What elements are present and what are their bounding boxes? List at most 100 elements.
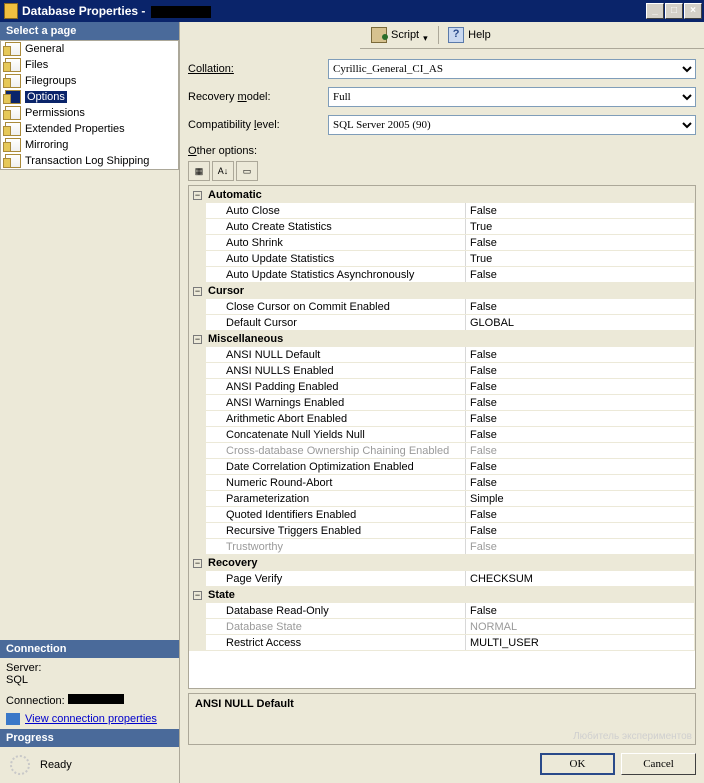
collation-label: Collation: bbox=[188, 63, 328, 75]
prop-key[interactable]: Date Correlation Optimization Enabled bbox=[206, 459, 466, 475]
prop-key[interactable]: Database State bbox=[206, 619, 466, 635]
prop-key[interactable]: Cross-database Ownership Chaining Enable… bbox=[206, 443, 466, 459]
chevron-down-icon[interactable] bbox=[423, 32, 429, 38]
prop-key[interactable]: Arithmetic Abort Enabled bbox=[206, 411, 466, 427]
property-grid[interactable]: −AutomaticAuto CloseFalseAuto Create Sta… bbox=[188, 185, 696, 689]
prop-key[interactable]: ANSI NULLS Enabled bbox=[206, 363, 466, 379]
page-icon bbox=[5, 122, 21, 136]
category-state: State bbox=[206, 587, 695, 603]
connection-block: Server: SQL Connection: View connection … bbox=[0, 658, 179, 729]
prop-value[interactable]: False bbox=[466, 523, 695, 539]
prop-key[interactable]: ANSI Warnings Enabled bbox=[206, 395, 466, 411]
prop-value[interactable]: False bbox=[466, 363, 695, 379]
sidebar-item-label: Permissions bbox=[25, 107, 85, 119]
prop-value[interactable]: False bbox=[466, 395, 695, 411]
prop-key[interactable]: Auto Create Statistics bbox=[206, 219, 466, 235]
prop-value[interactable]: Simple bbox=[466, 491, 695, 507]
prop-value[interactable]: True bbox=[466, 219, 695, 235]
content-area: Collation: Cyrillic_General_CI_AS Recove… bbox=[180, 49, 704, 783]
redacted-connection bbox=[68, 694, 124, 704]
collation-select[interactable]: Cyrillic_General_CI_AS bbox=[328, 59, 696, 79]
prop-value[interactable]: CHECKSUM bbox=[466, 571, 695, 587]
prop-value[interactable]: False bbox=[466, 235, 695, 251]
category-recovery: Recovery bbox=[206, 555, 695, 571]
categorize-button[interactable]: ▦ bbox=[188, 161, 210, 181]
collapse-icon[interactable]: − bbox=[193, 191, 202, 200]
prop-key[interactable]: Close Cursor on Commit Enabled bbox=[206, 299, 466, 315]
prop-value[interactable]: False bbox=[466, 427, 695, 443]
close-button[interactable]: × bbox=[684, 3, 702, 19]
page-list: General Files FilegroupsOptions Permissions… bbox=[0, 40, 179, 170]
prop-value[interactable]: False bbox=[466, 267, 695, 283]
sidebar-item-extended-properties[interactable]: Extended Properties bbox=[1, 121, 178, 137]
prop-key[interactable]: Auto Update Statistics Asynchronously bbox=[206, 267, 466, 283]
sidebar-item-transaction-log-shipping[interactable]: Transaction Log Shipping bbox=[1, 153, 178, 169]
prop-value: NORMAL bbox=[466, 619, 695, 635]
ok-button[interactable]: OK bbox=[540, 753, 615, 775]
sort-button[interactable]: A↓ bbox=[212, 161, 234, 181]
prop-key[interactable]: Auto Shrink bbox=[206, 235, 466, 251]
cancel-button[interactable]: Cancel bbox=[621, 753, 696, 775]
titlebar[interactable]: Database Properties - _ □ × bbox=[0, 0, 704, 22]
prop-key[interactable]: Restrict Access bbox=[206, 635, 466, 651]
sidebar-item-files[interactable]: Files bbox=[1, 57, 178, 73]
maximize-button[interactable]: □ bbox=[665, 3, 683, 19]
prop-key[interactable]: Numeric Round-Abort bbox=[206, 475, 466, 491]
sidebar-item-permissions[interactable]: Permissions bbox=[1, 105, 178, 121]
prop-value[interactable]: False bbox=[466, 603, 695, 619]
sidebar-item-filegroups[interactable]: Filegroups bbox=[1, 73, 178, 89]
prop-value[interactable]: MULTI_USER bbox=[466, 635, 695, 651]
prop-value[interactable]: False bbox=[466, 475, 695, 491]
prop-key[interactable]: Database Read-Only bbox=[206, 603, 466, 619]
prop-value[interactable]: True bbox=[466, 251, 695, 267]
progress-status: Ready bbox=[40, 759, 72, 771]
prop-key[interactable]: Default Cursor bbox=[206, 315, 466, 331]
minimize-button[interactable]: _ bbox=[646, 3, 664, 19]
prop-value: False bbox=[466, 443, 695, 459]
prop-key[interactable]: ANSI Padding Enabled bbox=[206, 379, 466, 395]
prop-value[interactable]: False bbox=[466, 347, 695, 363]
help-button[interactable]: ? Help bbox=[443, 26, 496, 44]
page-icon bbox=[5, 58, 21, 72]
script-button[interactable]: Script bbox=[366, 26, 434, 44]
sidebar-item-mirroring[interactable]: Mirroring bbox=[1, 137, 178, 153]
category-miscellaneous: Miscellaneous bbox=[206, 331, 695, 347]
collapse-icon[interactable]: − bbox=[193, 287, 202, 296]
recovery-model-select[interactable]: Full bbox=[328, 87, 696, 107]
category-cursor: Cursor bbox=[206, 283, 695, 299]
progress-spinner-icon bbox=[10, 755, 30, 775]
category-automatic: Automatic bbox=[206, 187, 695, 203]
prop-key[interactable]: Trustworthy bbox=[206, 539, 466, 555]
prop-key[interactable]: ANSI NULL Default bbox=[206, 347, 466, 363]
props-button[interactable]: ▭ bbox=[236, 161, 258, 181]
compatibility-select[interactable]: SQL Server 2005 (90) bbox=[328, 115, 696, 135]
connection-label: Connection: bbox=[6, 695, 65, 707]
prop-value[interactable]: False bbox=[466, 379, 695, 395]
prop-value[interactable]: False bbox=[466, 459, 695, 475]
prop-value[interactable]: False bbox=[466, 411, 695, 427]
view-connection-properties-link[interactable]: View connection properties bbox=[25, 713, 157, 725]
prop-key[interactable]: Quoted Identifiers Enabled bbox=[206, 507, 466, 523]
prop-key[interactable]: Concatenate Null Yields Null bbox=[206, 427, 466, 443]
prop-key[interactable]: Recursive Triggers Enabled bbox=[206, 523, 466, 539]
collapse-icon[interactable]: − bbox=[193, 559, 202, 568]
other-options-label: Other options: bbox=[188, 145, 696, 157]
prop-value: False bbox=[466, 539, 695, 555]
prop-value[interactable]: GLOBAL bbox=[466, 315, 695, 331]
prop-value[interactable]: False bbox=[466, 203, 695, 219]
collapse-icon[interactable]: − bbox=[193, 335, 202, 344]
sidebar-item-options[interactable]: Options bbox=[1, 89, 178, 105]
page-icon bbox=[5, 154, 21, 168]
page-icon bbox=[5, 138, 21, 152]
prop-value[interactable]: False bbox=[466, 299, 695, 315]
prop-key[interactable]: Auto Update Statistics bbox=[206, 251, 466, 267]
prop-value[interactable]: False bbox=[466, 507, 695, 523]
collapse-icon[interactable]: − bbox=[193, 591, 202, 600]
prop-key[interactable]: Auto Close bbox=[206, 203, 466, 219]
app-icon bbox=[4, 3, 18, 19]
sidebar-item-general[interactable]: General bbox=[1, 41, 178, 57]
sidebar: Select a page GeneralFilesFilegroupsOpti… bbox=[0, 22, 180, 783]
prop-key[interactable]: Parameterization bbox=[206, 491, 466, 507]
prop-key[interactable]: Page Verify bbox=[206, 571, 466, 587]
sidebar-item-label: Files bbox=[25, 59, 48, 71]
